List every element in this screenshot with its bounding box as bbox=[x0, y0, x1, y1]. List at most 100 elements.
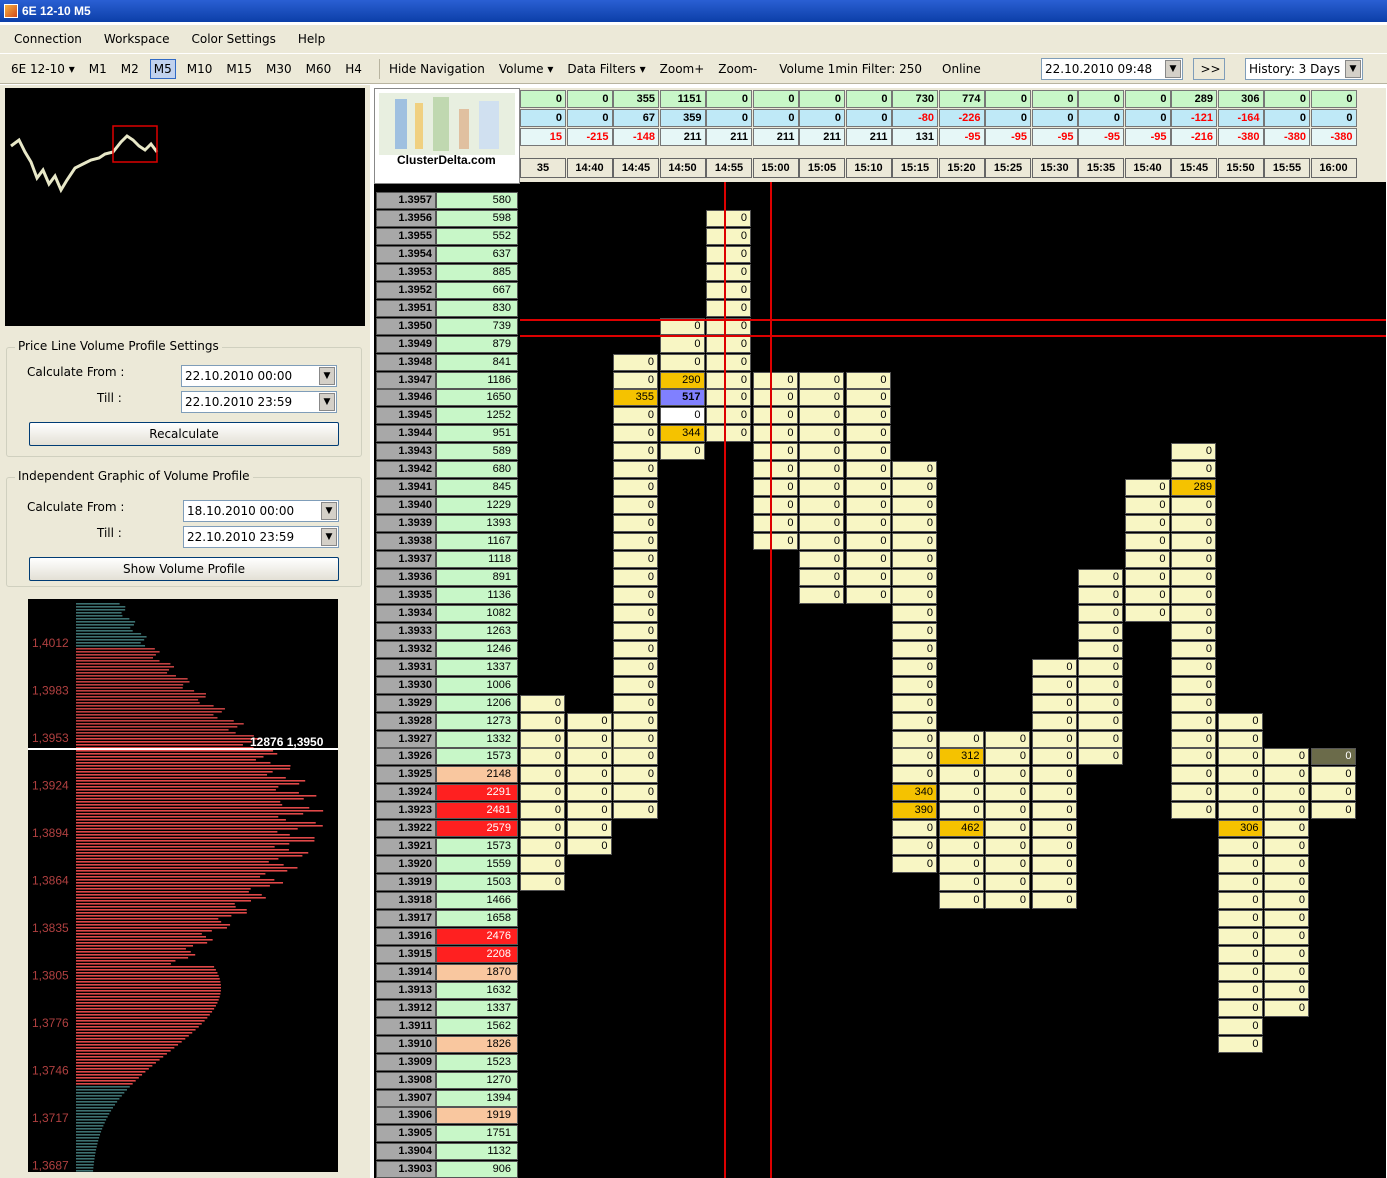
symbol-dropdown[interactable]: 6E 12-10 ▾ bbox=[8, 60, 78, 78]
price-cell: 1.3903 bbox=[376, 1161, 436, 1178]
forward-button[interactable]: >> bbox=[1193, 58, 1225, 80]
price-cell: 1.3945 bbox=[376, 407, 436, 425]
volume-cell: 589 bbox=[436, 443, 518, 461]
profile-bar bbox=[76, 738, 262, 740]
header-row1-cell: 0 bbox=[845, 90, 892, 108]
profile-bar bbox=[76, 885, 270, 887]
header-row1-cell: 0 bbox=[706, 90, 752, 108]
menu-connection[interactable]: Connection bbox=[14, 32, 82, 46]
volume-cell: 841 bbox=[436, 353, 518, 371]
cluster-cell: 0 bbox=[1217, 963, 1263, 981]
profile-bar bbox=[76, 960, 176, 962]
header-row3-cell: 15 bbox=[520, 128, 566, 146]
profile-bar bbox=[76, 900, 251, 902]
profile-bar bbox=[76, 1062, 156, 1064]
plvp-till-field[interactable]: 22.10.2010 23:59 ▼ bbox=[181, 391, 337, 413]
recalculate-button[interactable]: Recalculate bbox=[29, 422, 339, 446]
menu-help[interactable]: Help bbox=[298, 32, 325, 46]
profile-bar bbox=[76, 840, 315, 842]
volume-cell: 1559 bbox=[436, 856, 518, 874]
cluster-cell: 0 bbox=[938, 856, 984, 874]
tf-m60[interactable]: M60 bbox=[303, 60, 335, 78]
zoom-out-button[interactable]: Zoom- bbox=[715, 60, 760, 78]
volume-cell: 1118 bbox=[436, 551, 518, 568]
menu-workspace[interactable]: Workspace bbox=[104, 32, 170, 46]
show-volume-profile-button[interactable]: Show Volume Profile bbox=[29, 557, 339, 581]
plvp-title: Price Line Volume Profile Settings bbox=[15, 339, 222, 353]
profile-bar bbox=[76, 666, 175, 668]
profile-bar bbox=[76, 801, 281, 803]
cluster-cell: 0 bbox=[1171, 515, 1216, 533]
data-filters-dropdown[interactable]: Data Filters ▾ bbox=[564, 60, 648, 78]
igvp-from-field[interactable]: 18.10.2010 00:00 ▼ bbox=[183, 500, 339, 522]
tf-m15[interactable]: M15 bbox=[223, 60, 255, 78]
profile-bar bbox=[76, 993, 221, 995]
price-cell: 1.3941 bbox=[376, 479, 436, 497]
profile-bar bbox=[76, 972, 218, 974]
cluster-cell: 0 bbox=[613, 568, 658, 586]
cluster-cell: 0 bbox=[752, 515, 798, 533]
navigator-minichart[interactable] bbox=[5, 88, 365, 326]
volume-cell: 891 bbox=[436, 568, 518, 586]
menu-color-settings[interactable]: Color Settings bbox=[192, 32, 276, 46]
zoom-in-button[interactable]: Zoom+ bbox=[657, 60, 708, 78]
profile-bar bbox=[76, 1146, 97, 1148]
cluster-cell: 0 bbox=[613, 676, 658, 694]
price-cell: 1.3949 bbox=[376, 335, 436, 353]
volume-cell: 1006 bbox=[436, 676, 518, 694]
header-row2-cell: 0 bbox=[566, 109, 613, 127]
cluster-cell: 0 bbox=[1031, 748, 1077, 766]
profile-bar bbox=[76, 930, 212, 932]
volume-cell: 1658 bbox=[436, 910, 518, 927]
plvp-till-label: Till : bbox=[97, 391, 122, 405]
header-row2-cell: 0 bbox=[1124, 109, 1171, 127]
profile-bar bbox=[76, 999, 219, 1001]
profile-bar bbox=[76, 1008, 215, 1010]
profile-bar bbox=[76, 876, 261, 878]
tf-h4[interactable]: H4 bbox=[342, 60, 365, 78]
profile-bar bbox=[76, 834, 290, 836]
tf-m1[interactable]: M1 bbox=[86, 60, 110, 78]
tf-m10[interactable]: M10 bbox=[184, 60, 216, 78]
title-bar: 6E 12-10 M5 bbox=[0, 0, 1387, 22]
cluster-grid[interactable]: ClusterDelta.com 0 0 355 1151 0 0 0 0 730 774 0 0 0 0… bbox=[374, 88, 1386, 1178]
cluster-cell: 0 bbox=[1031, 658, 1077, 676]
history-dropdown[interactable]: History: 3 Days ▼ bbox=[1245, 58, 1363, 80]
volume-cell: 2148 bbox=[436, 766, 518, 784]
chevron-down-icon: ▼ bbox=[321, 502, 337, 520]
profile-bar bbox=[76, 1050, 171, 1052]
clusterdelta-logo: ClusterDelta.com bbox=[374, 88, 520, 184]
cluster-cell: 0 bbox=[845, 497, 891, 515]
igvp-till-field[interactable]: 22.10.2010 23:59 ▼ bbox=[183, 526, 339, 548]
cluster-cell: 0 bbox=[706, 389, 751, 407]
cluster-cell: 0 bbox=[752, 497, 798, 515]
volume-cell: 1337 bbox=[436, 999, 518, 1017]
igvp-title: Independent Graphic of Volume Profile bbox=[15, 469, 253, 483]
header-row2-cell: 0 bbox=[1264, 109, 1310, 127]
profile-bar bbox=[76, 633, 142, 635]
profile-bar bbox=[76, 939, 213, 941]
profile-bar bbox=[76, 1128, 103, 1130]
hide-navigation-button[interactable]: Hide Navigation bbox=[386, 60, 488, 78]
profile-bar bbox=[76, 1056, 164, 1058]
plvp-from-field[interactable]: 22.10.2010 00:00 ▼ bbox=[181, 365, 337, 387]
tf-m30[interactable]: M30 bbox=[263, 60, 295, 78]
datetime-picker[interactable]: 22.10.2010 09:48 ▼ bbox=[1041, 58, 1183, 80]
cluster-cell: 0 bbox=[1031, 712, 1077, 730]
cluster-cell: 0 bbox=[613, 353, 658, 371]
header-row2-cell: 0 bbox=[1310, 109, 1357, 127]
cluster-cell: 0 bbox=[706, 209, 751, 227]
cluster-cell: 0 bbox=[892, 730, 937, 748]
volume-cell: 1573 bbox=[436, 838, 518, 856]
volume-cell: 1393 bbox=[436, 515, 518, 533]
cluster-cell: 0 bbox=[1171, 497, 1216, 515]
profile-bar bbox=[76, 849, 289, 851]
profile-bar bbox=[76, 1131, 102, 1133]
tf-m5[interactable]: M5 bbox=[149, 58, 176, 79]
tf-m2[interactable]: M2 bbox=[118, 60, 142, 78]
profile-bar bbox=[76, 984, 221, 986]
profile-bar bbox=[76, 1086, 130, 1088]
profile-bar bbox=[76, 675, 176, 677]
volume-dropdown[interactable]: Volume ▾ bbox=[496, 60, 557, 78]
cluster-cell: 0 bbox=[892, 533, 937, 551]
